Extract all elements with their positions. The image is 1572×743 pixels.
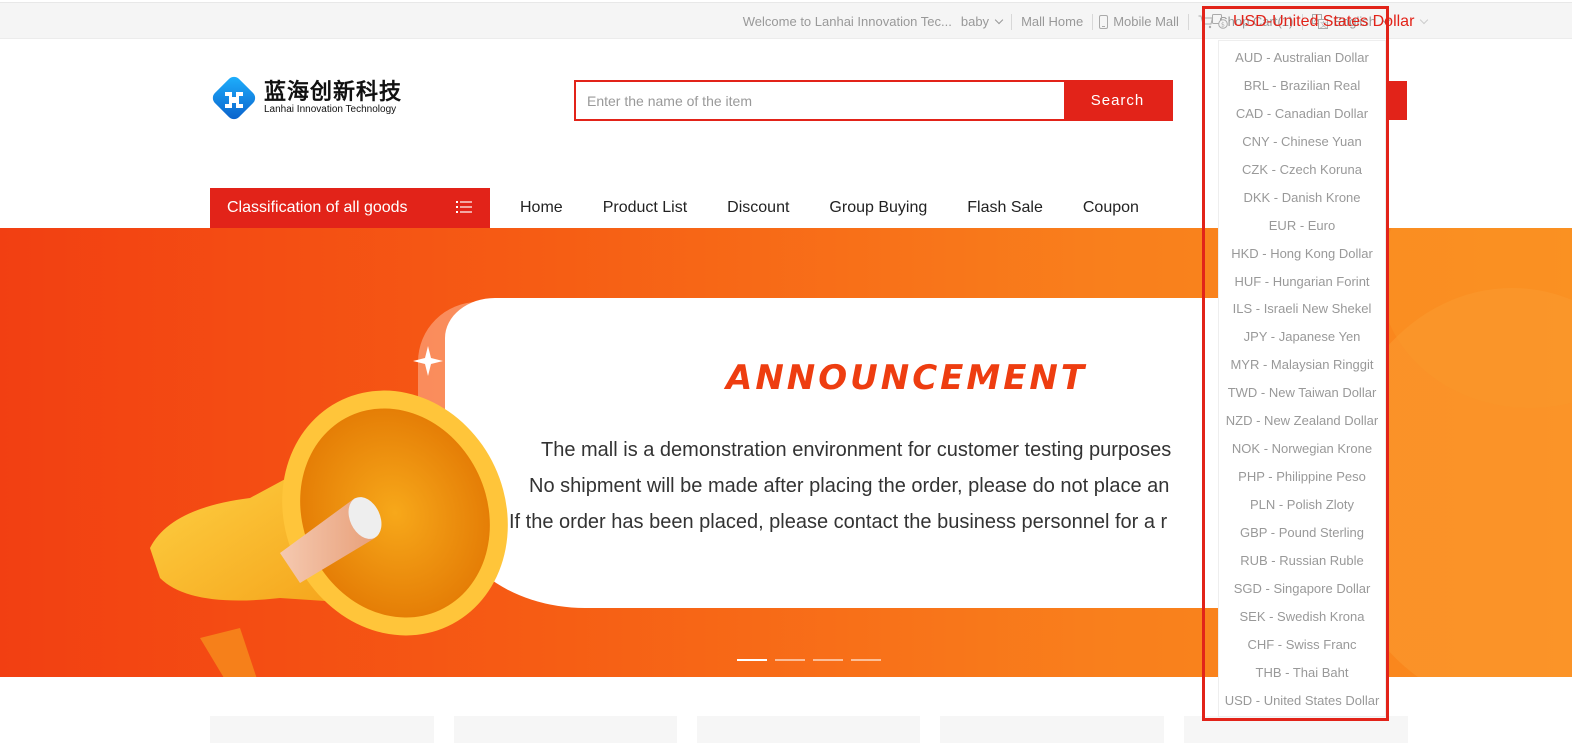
carousel-dot[interactable] [813,659,843,661]
carousel-dot[interactable] [775,659,805,661]
search-button[interactable]: Search [1064,82,1171,119]
main-nav: Home Product List Discount Group Buying … [500,188,1159,228]
feature-card[interactable] [697,716,920,743]
logo-english-text: Lanhai Innovation Technology [264,104,397,115]
announcement-line: The mall is a demonstration environment … [541,439,1172,461]
all-categories-button[interactable]: Classification of all goods [210,188,490,228]
nav-home[interactable]: Home [500,199,583,217]
all-categories-label: Classification of all goods [227,199,408,216]
announcement-text: The mall is a demonstration environment … [505,432,1305,540]
mall-home-label: Mall Home [1021,14,1084,29]
chevron-down-icon [1420,15,1429,24]
mobile-phone-icon [1099,14,1109,29]
list-icon [456,201,472,213]
nav-coupon[interactable]: Coupon [1063,199,1159,217]
welcome-text: Welcome to Lanhai Innovation Tec... [734,3,961,40]
nav-product-list[interactable]: Product List [583,199,707,217]
chevron-down-icon [994,15,1004,24]
currency-dropdown-highlight [1202,6,1389,721]
search-bar: Search [574,80,1173,121]
search-button-edge [1389,81,1407,120]
nav-group-buying[interactable]: Group Buying [809,199,947,217]
feature-card[interactable] [454,716,677,743]
mobile-mall-link[interactable]: Mobile Mall [1093,3,1188,40]
announcement-line: If the order has been placed, please con… [509,511,1168,533]
carousel-dot[interactable] [851,659,881,661]
mall-home-link[interactable]: Mall Home [1012,3,1092,40]
site-logo[interactable]: 蓝海创新科技 Lanhai Innovation Technology [210,74,402,122]
megaphone-icon [150,346,508,677]
announcement-title: ANNOUNCEMENT [726,358,1088,398]
carousel-indicators [737,659,881,661]
carousel-dot[interactable] [737,659,767,661]
welcome-label: Welcome to Lanhai Innovation Tec... [742,14,952,29]
lanhai-logo-icon [212,76,256,120]
feature-card[interactable] [210,716,434,743]
logo-chinese-text: 蓝海创新科技 [264,79,403,104]
feature-card[interactable] [940,716,1164,743]
user-menu[interactable]: baby [961,3,1011,40]
nav-discount[interactable]: Discount [707,199,809,217]
username-label: baby [960,14,990,29]
nav-flash-sale[interactable]: Flash Sale [947,199,1063,217]
search-input[interactable] [576,82,1064,119]
mobile-mall-label: Mobile Mall [1113,14,1179,29]
announcement-line: No shipment will be made after placing t… [529,475,1170,497]
